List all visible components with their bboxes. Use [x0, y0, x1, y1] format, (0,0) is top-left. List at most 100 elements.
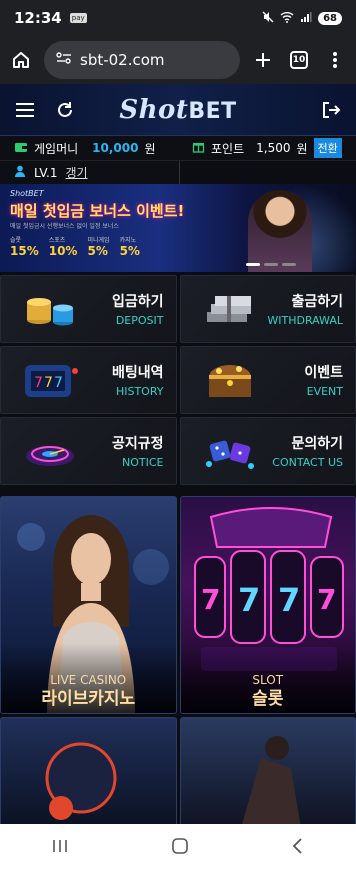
stat-label: 카지노: [119, 237, 137, 244]
stat-value: 10%: [48, 244, 78, 258]
home-icon[interactable]: [8, 47, 34, 73]
slot-machine-icon: 777: [25, 365, 78, 397]
notice-text: 공지규정 NOTICE: [112, 433, 164, 469]
banner-stat: 슬롯 15%: [10, 235, 39, 258]
site-settings-icon[interactable]: [56, 51, 72, 69]
new-tab-icon[interactable]: [250, 47, 276, 73]
contact-text: 문의하기 CONTACT US: [272, 433, 343, 469]
svg-text:7: 7: [201, 583, 220, 616]
menu-grid: 입금하기 DEPOSIT 출금하기 WITHDRAWAL 777 배팅내역 HISTO…: [0, 272, 356, 488]
status-bar: 12:34 pay 68: [0, 0, 356, 36]
svg-text:7: 7: [278, 581, 300, 619]
user-level: LV.1: [34, 165, 58, 180]
carousel-dot[interactable]: [264, 263, 278, 266]
carousel-dot[interactable]: [246, 263, 260, 266]
hamburger-menu-icon[interactable]: [12, 97, 38, 123]
banner-title: 매일 첫입금 보너스 이벤트!: [10, 202, 185, 220]
recents-icon[interactable]: [51, 838, 69, 858]
status-time: 12:34: [14, 9, 62, 27]
game-category-grid: LIVE CASINO 라이브카지노 7 7 7 7 SLOT 슬롯: [0, 488, 356, 827]
deposit-text: 입금하기 DEPOSIT: [112, 291, 164, 327]
logo-accent: BET: [188, 98, 237, 124]
event-button[interactable]: 이벤트 EVENT: [179, 346, 356, 414]
username-link[interactable]: 갱기: [65, 164, 87, 181]
slot-card[interactable]: 7 7 7 7 SLOT 슬롯: [179, 496, 356, 714]
svg-text:7: 7: [34, 375, 43, 391]
logo-main: Shot: [119, 94, 189, 125]
points-value: 1,500: [256, 141, 291, 155]
convert-button[interactable]: 전환: [313, 138, 342, 158]
banner-stat: 스포츠 10%: [49, 235, 78, 258]
contact-sublabel: CONTACT US: [272, 456, 343, 469]
logout-icon[interactable]: [318, 97, 344, 123]
live-casino-ko: 라이브카지노: [41, 689, 136, 709]
history-label: 배팅내역: [111, 365, 164, 381]
account-info-bar: 게임머니 10,000 원 포인트 1,500 원 전환: [0, 136, 356, 161]
money-value: 10,000: [92, 141, 139, 155]
dice-icon: [205, 440, 254, 469]
svg-text:7: 7: [317, 583, 336, 616]
carousel-dots[interactable]: [246, 263, 296, 266]
browser-toolbar: sbt-02.com 10: [0, 36, 356, 84]
mute-icon: [262, 11, 274, 26]
pay-icon: pay: [69, 13, 87, 23]
banner-logo: ShotBET: [10, 189, 44, 198]
athlete-image: [45, 742, 117, 820]
contact-label: 문의하기: [291, 436, 343, 452]
notice-button[interactable]: 공지규정 NOTICE: [0, 417, 177, 485]
event-sublabel: EVENT: [306, 385, 343, 398]
stat-value: 15%: [10, 244, 39, 258]
gift-icon: [192, 140, 205, 156]
notice-label: 공지규정: [111, 436, 164, 452]
stat-value: 5%: [119, 244, 140, 258]
sports-card[interactable]: [0, 717, 177, 827]
event-text: 이벤트 EVENT: [304, 362, 343, 398]
withdrawal-sublabel: WITHDRAWAL: [267, 314, 343, 327]
deposit-button[interactable]: 입금하기 DEPOSIT: [0, 275, 177, 343]
home-nav-icon[interactable]: [171, 837, 189, 859]
history-text: 배팅내역 HISTORY: [112, 362, 164, 398]
site-header: ShotBET: [0, 84, 356, 136]
user-icon: [14, 165, 26, 180]
svg-text:7: 7: [238, 581, 260, 619]
points: 포인트 1,500 원 전환: [178, 138, 356, 158]
url-field[interactable]: sbt-02.com: [44, 41, 240, 79]
wallet-icon: [14, 141, 28, 156]
banner-stat: 미니게임 5%: [87, 235, 109, 258]
live-casino-card[interactable]: LIVE CASINO 라이브카지노: [0, 496, 177, 714]
banner-subtitle: 매일 첫입금시 선행보너스 없이 일정 보너스: [10, 223, 119, 230]
withdrawal-button[interactable]: 출금하기 WITHDRAWAL: [179, 275, 356, 343]
stat-label: 스포츠: [48, 237, 66, 244]
points-label: 포인트: [211, 141, 245, 156]
history-sublabel: HISTORY: [115, 385, 164, 398]
money-label: 게임머니: [34, 141, 79, 156]
site-logo[interactable]: ShotBET: [78, 95, 278, 125]
minigame-card[interactable]: [179, 717, 356, 827]
back-icon[interactable]: [291, 837, 305, 859]
more-menu-icon[interactable]: [322, 47, 348, 73]
banner-stats: 슬롯 15% 스포츠 10% 미니게임 5% 카지노 5%: [10, 235, 140, 258]
stat-label: 미니게임: [87, 237, 110, 244]
carousel-dot[interactable]: [282, 263, 296, 266]
svg-text:7: 7: [44, 375, 53, 391]
game-money: 게임머니 10,000 원: [0, 140, 178, 157]
wifi-icon: [280, 11, 294, 26]
runner-image: [241, 736, 301, 826]
promo-banner[interactable]: ShotBET 매일 첫입금 보너스 이벤트! 매일 첫입금시 선행보너스 없이…: [0, 184, 356, 272]
roulette-icon: [26, 446, 74, 466]
banner-stat: 카지노 5%: [120, 235, 140, 258]
banner-model-image: [248, 190, 312, 272]
withdrawal-label: 출금하기: [291, 294, 343, 310]
battery-icon: 68: [318, 11, 342, 25]
history-button[interactable]: 777 배팅내역 HISTORY: [0, 346, 177, 414]
stat-value: 5%: [87, 244, 108, 258]
deposit-sublabel: DEPOSIT: [115, 314, 164, 327]
treasure-chest-icon: [208, 365, 251, 397]
tab-count: 10: [290, 51, 308, 69]
tab-switcher-button[interactable]: 10: [286, 47, 312, 73]
withdrawal-text: 출금하기 WITHDRAWAL: [267, 291, 343, 327]
user-level-row: LV.1 갱기: [0, 161, 180, 184]
contact-button[interactable]: 문의하기 CONTACT US: [179, 417, 356, 485]
refresh-icon[interactable]: [52, 97, 78, 123]
notice-sublabel: NOTICE: [122, 456, 164, 469]
